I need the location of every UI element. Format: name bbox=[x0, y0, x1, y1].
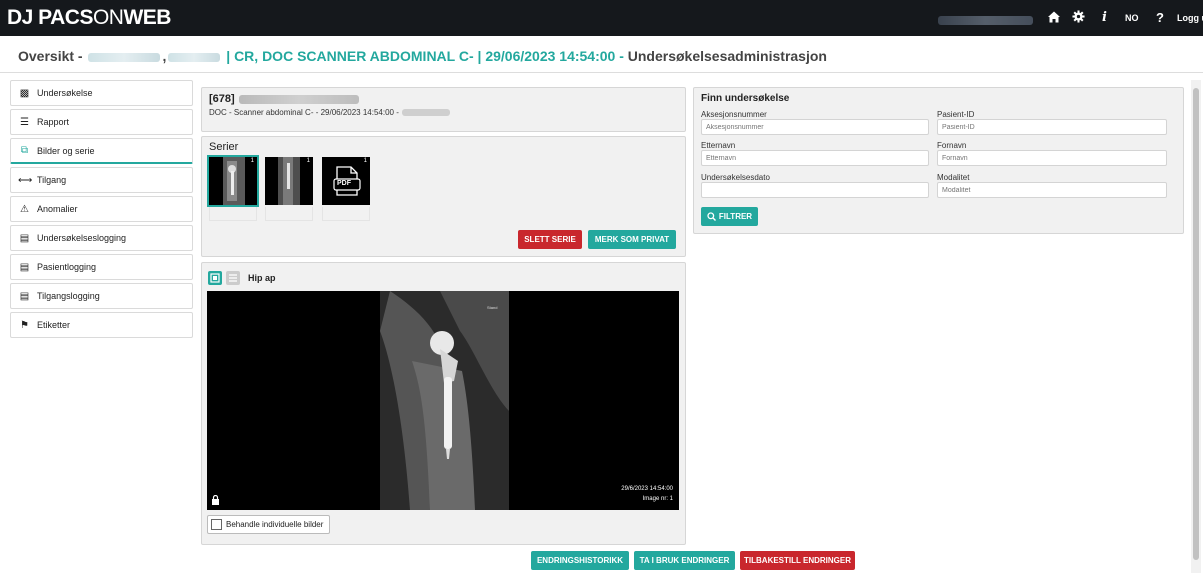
exam-date-input[interactable] bbox=[701, 182, 929, 198]
series-name: Hip ap bbox=[248, 273, 276, 283]
breadcrumb-overview[interactable]: Oversikt - bbox=[18, 48, 83, 64]
search-panel: Finn undersøkelse Aksesjonsnummer Pasien… bbox=[693, 87, 1184, 234]
modality-label: Modalitet bbox=[937, 173, 970, 182]
mark-private-button[interactable]: MERK SOM PRIVAT bbox=[588, 230, 676, 249]
logo[interactable]: DJ PACSONWEB bbox=[7, 6, 171, 30]
lastname-label: Etternavn bbox=[701, 141, 736, 150]
patient-name-redacted bbox=[88, 52, 161, 62]
sidebar-item-rapport[interactable]: ☰ Rapport bbox=[10, 109, 193, 135]
thumb-frame bbox=[322, 207, 370, 221]
sidebar-item-tilgangslogging[interactable]: ▤ Tilgangslogging bbox=[10, 283, 193, 309]
sidebar-item-etiketter[interactable]: ⚑ Etiketter bbox=[10, 312, 193, 338]
series-title: Serier bbox=[209, 141, 239, 153]
lock-icon[interactable] bbox=[211, 494, 220, 508]
exam-info-panel: [678] DOC - Scanner abdominal C- - 29/06… bbox=[201, 87, 686, 132]
search-title: Finn undersøkelse bbox=[701, 93, 790, 104]
filter-button[interactable]: FILTRER bbox=[701, 207, 758, 226]
patient-id-label: Pasient-ID bbox=[937, 110, 975, 119]
image-date: 29/6/2023 14:54:00 bbox=[621, 486, 673, 492]
top-bar: DJ PACSONWEB i NO ? Logg ut bbox=[0, 0, 1203, 36]
checkbox[interactable] bbox=[211, 519, 222, 530]
sidebar-item-pasientlogging[interactable]: ▤ Pasientlogging bbox=[10, 254, 193, 280]
side-marker: Stand bbox=[487, 305, 497, 310]
sidebar: ▩ Undersøkelse ☰ Rapport ⧉ Bilder og serie … bbox=[10, 80, 193, 341]
patient-name-redacted bbox=[238, 94, 359, 104]
accession-input[interactable] bbox=[701, 119, 929, 135]
divider bbox=[0, 72, 1203, 73]
thumb-frame bbox=[209, 207, 257, 221]
search-icon bbox=[707, 212, 716, 221]
lastname-input[interactable] bbox=[701, 150, 929, 166]
series-thumbnail[interactable]: 1 bbox=[207, 155, 259, 207]
image-viewer[interactable]: Stand 29/6/2023 14:54:00 Image nr: 1 bbox=[207, 291, 679, 510]
log-icon: ▤ bbox=[19, 290, 30, 302]
language-switch[interactable]: NO bbox=[1125, 12, 1139, 24]
exam-icon: ▩ bbox=[19, 87, 30, 99]
warning-icon: ⚠ bbox=[20, 203, 29, 215]
modality-input[interactable] bbox=[937, 182, 1167, 198]
firstname-input[interactable] bbox=[937, 150, 1167, 166]
xray-thumb-image bbox=[265, 157, 313, 205]
series-panel: Serier 1 1 PDF 1 SLETT SERIE MERK SOM PR… bbox=[201, 136, 686, 257]
series-thumbnail-pdf[interactable]: PDF 1 bbox=[322, 157, 370, 205]
images-icon: ⧉ bbox=[20, 145, 29, 156]
breadcrumb-exam: | CR, DOC SCANNER ABDOMINAL C- | 29/06/2… bbox=[226, 48, 624, 64]
sidebar-item-undersokelseslogging[interactable]: ▤ Undersøkelseslogging bbox=[10, 225, 193, 251]
scrollbar-thumb[interactable] bbox=[1193, 88, 1199, 560]
delete-series-button[interactable]: SLETT SERIE bbox=[518, 230, 582, 249]
sidebar-item-anomalier[interactable]: ⚠ Anomalier bbox=[10, 196, 193, 222]
series-thumbnail[interactable]: 1 bbox=[265, 157, 313, 205]
change-history-button[interactable]: ENDRINGSHISTORIKK bbox=[531, 551, 629, 570]
apply-changes-button[interactable]: TA I BRUK ENDRINGER bbox=[634, 551, 735, 570]
exam-date-label: Undersøkelsesdato bbox=[701, 173, 770, 182]
breadcrumb: Oversikt - , | CR, DOC SCANNER ABDOMINAL… bbox=[18, 48, 827, 64]
xray-thumb-image bbox=[209, 157, 257, 205]
sidebar-item-bilder-og-serie[interactable]: ⧉ Bilder og serie bbox=[10, 138, 193, 164]
user-name-redacted bbox=[938, 16, 1033, 25]
exam-id: [678] bbox=[209, 93, 359, 105]
image-number: Image nr: 1 bbox=[642, 496, 673, 502]
report-icon: ☰ bbox=[20, 116, 29, 128]
reset-changes-button[interactable]: TILBAKESTILL ENDRINGER bbox=[740, 551, 855, 570]
page-scrollbar[interactable] bbox=[1191, 80, 1201, 573]
share-icon: ⟷ bbox=[18, 174, 33, 186]
list-view-icon[interactable] bbox=[226, 271, 240, 285]
sidebar-item-tilgang[interactable]: ⟷ Tilgang bbox=[10, 167, 193, 193]
thumbnail-view-icon[interactable] bbox=[208, 271, 222, 285]
firstname-label: Fornavn bbox=[937, 141, 967, 150]
tag-icon: ⚑ bbox=[20, 319, 29, 331]
redacted-text bbox=[401, 109, 450, 117]
accession-label: Aksesjonsnummer bbox=[701, 110, 767, 119]
help-icon[interactable]: ? bbox=[1156, 10, 1164, 26]
log-icon: ▤ bbox=[19, 232, 30, 244]
gear-icon[interactable] bbox=[1072, 10, 1085, 27]
info-icon[interactable]: i bbox=[1102, 10, 1107, 26]
page-title: Undersøkelsesadministrasjon bbox=[627, 48, 827, 64]
sidebar-item-undersokelse[interactable]: ▩ Undersøkelse bbox=[10, 80, 193, 106]
log-icon: ▤ bbox=[19, 261, 30, 273]
patient-firstname-redacted bbox=[168, 52, 221, 62]
logout-link[interactable]: Logg ut bbox=[1177, 12, 1203, 24]
individual-images-checkbox[interactable]: Behandle individuelle bilder bbox=[207, 515, 330, 534]
home-icon[interactable] bbox=[1047, 10, 1061, 28]
exam-description: DOC - Scanner abdominal C- - 29/06/2023 … bbox=[209, 108, 450, 117]
thumb-frame bbox=[265, 207, 313, 221]
xray-image: Stand bbox=[380, 291, 509, 510]
patient-id-input[interactable] bbox=[937, 119, 1167, 135]
